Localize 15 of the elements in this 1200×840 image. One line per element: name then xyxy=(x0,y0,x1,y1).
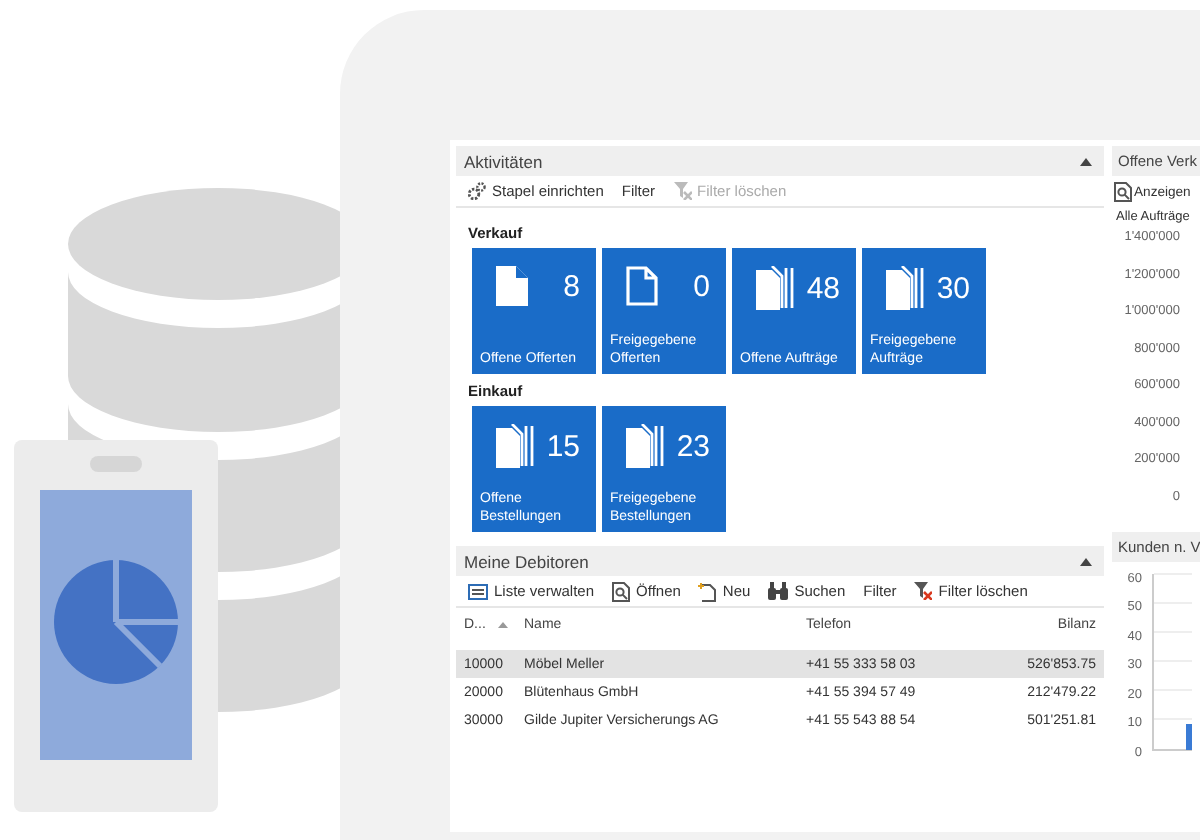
document-icon xyxy=(496,266,528,306)
document-search-icon xyxy=(1114,182,1132,202)
section-title: Aktivitäten xyxy=(464,151,543,171)
list-icon xyxy=(468,583,488,599)
filter-clear-icon xyxy=(673,182,692,200)
filter-clear-icon xyxy=(914,582,933,600)
document-search-icon xyxy=(612,581,631,601)
document-icon xyxy=(626,266,658,306)
sort-icon xyxy=(497,621,508,627)
collapse-icon[interactable] xyxy=(1080,557,1092,565)
section-title: Meine Debitoren xyxy=(464,551,589,571)
collapse-icon[interactable] xyxy=(1080,157,1092,165)
gears-icon xyxy=(468,182,486,200)
binoculars-icon xyxy=(768,582,789,600)
new-document-icon xyxy=(698,581,717,601)
